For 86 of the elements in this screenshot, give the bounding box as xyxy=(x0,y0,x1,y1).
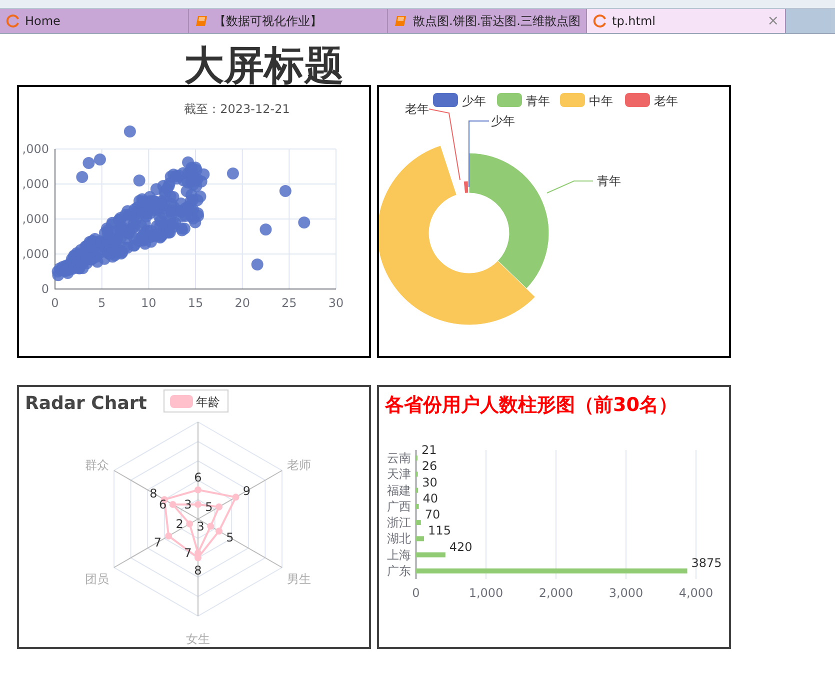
axis-label: 5 xyxy=(98,296,106,310)
data-point xyxy=(82,157,95,169)
axis-label: 老师 xyxy=(287,458,311,472)
data-label: 6 xyxy=(158,497,167,512)
data-label: 30 xyxy=(422,475,438,490)
browser-tab[interactable]: Home xyxy=(0,9,189,33)
data-label: 21 xyxy=(421,443,437,458)
slice-label: 青年 xyxy=(597,174,621,188)
data-point xyxy=(94,154,106,166)
axis-label: 1,000 xyxy=(468,586,504,600)
data-label: 9 xyxy=(242,484,251,498)
browser-tab[interactable]: 散点图.饼图.雷达图.三维散点图 xyxy=(388,9,587,33)
data-point xyxy=(298,216,310,228)
bar xyxy=(416,504,419,509)
axis-label: 20 xyxy=(234,296,250,310)
book-icon xyxy=(394,14,408,28)
legend-item[interactable]: 老年 xyxy=(625,93,678,108)
axis-label: 15 xyxy=(188,296,204,310)
new-tab-area[interactable] xyxy=(786,9,831,33)
axis-label: 广东 xyxy=(387,564,411,578)
axis-label: 云南 xyxy=(387,451,411,466)
data-label: 7 xyxy=(154,535,162,550)
chart-title: Radar Chart xyxy=(25,393,147,414)
axis-label: 团员 xyxy=(85,572,109,586)
bar xyxy=(416,520,421,526)
loading-icon xyxy=(593,14,607,28)
axis-label: 浙江 xyxy=(387,516,411,530)
axis-label: 群众 xyxy=(85,458,109,472)
data-label: 70 xyxy=(424,508,440,522)
axis-label: 0 xyxy=(51,296,59,310)
legend-item[interactable]: 青年 xyxy=(497,93,550,108)
legend-item[interactable]: 少年 xyxy=(433,93,486,108)
data-point xyxy=(76,171,88,183)
chart-title: 各省份用户人数柱形图（前30名） xyxy=(385,394,678,416)
axis-label: 男生 xyxy=(287,572,311,586)
legend-item[interactable]: 中年 xyxy=(560,93,613,108)
bar xyxy=(416,488,418,493)
data-point xyxy=(124,126,136,138)
chart-subtitle: 截至：2023-12-21 xyxy=(184,102,290,116)
data-label: 2 xyxy=(176,516,184,531)
data-point xyxy=(226,168,239,180)
data-label: 420 xyxy=(449,540,472,554)
axis-label: ,000 xyxy=(22,177,49,191)
data-label: 115 xyxy=(428,524,451,538)
bar xyxy=(416,536,424,542)
data-point xyxy=(279,185,292,197)
axis-label: 0 xyxy=(41,282,49,296)
data-point xyxy=(133,174,146,186)
axis-label: 4,000 xyxy=(678,586,714,600)
axis-label: 2,000 xyxy=(538,586,574,600)
slice-label: 少年 xyxy=(491,114,515,128)
data-label: 8 xyxy=(150,486,158,500)
slice-label: 老年 xyxy=(405,102,429,116)
browser-tab[interactable]: 【数据可视化作业】 xyxy=(189,9,388,33)
data-label: 3 xyxy=(184,497,192,512)
axis-label: ,000 xyxy=(22,142,49,156)
axis-label: 湖北 xyxy=(387,532,411,546)
data-label: 3 xyxy=(196,519,204,534)
data-point xyxy=(251,258,264,270)
data-point xyxy=(260,224,272,236)
axis-label: 天津 xyxy=(387,467,411,482)
data-label: 26 xyxy=(422,459,438,474)
data-label: 3875 xyxy=(691,556,722,570)
data-label: 5 xyxy=(205,500,213,514)
data-label: 5 xyxy=(226,530,234,544)
axis-label: 上海 xyxy=(387,548,411,562)
axis-label: 女生 xyxy=(186,632,210,646)
bar xyxy=(416,552,446,558)
axis-label: 0 xyxy=(412,586,420,600)
data-label: 7 xyxy=(184,546,192,560)
data-label: 8 xyxy=(194,563,202,578)
legend-item[interactable]: 年龄 xyxy=(164,390,228,412)
book-icon xyxy=(195,14,209,28)
axis-label: ,000 xyxy=(22,212,49,226)
axis-label: 福建 xyxy=(387,483,411,498)
axis-label: 25 xyxy=(282,296,297,310)
axis-label: 10 xyxy=(141,296,156,310)
browser-tab[interactable]: tp.html × xyxy=(587,9,786,33)
axis-label: 广西 xyxy=(387,499,411,514)
page-title: 大屏标题 xyxy=(184,44,344,88)
data-label: 40 xyxy=(422,491,438,506)
axis-label: ,000 xyxy=(22,247,49,261)
axis-label: 30 xyxy=(328,296,344,310)
data-label: 6 xyxy=(194,470,202,484)
loading-icon xyxy=(6,14,20,28)
axis-label: 3,000 xyxy=(608,586,644,600)
